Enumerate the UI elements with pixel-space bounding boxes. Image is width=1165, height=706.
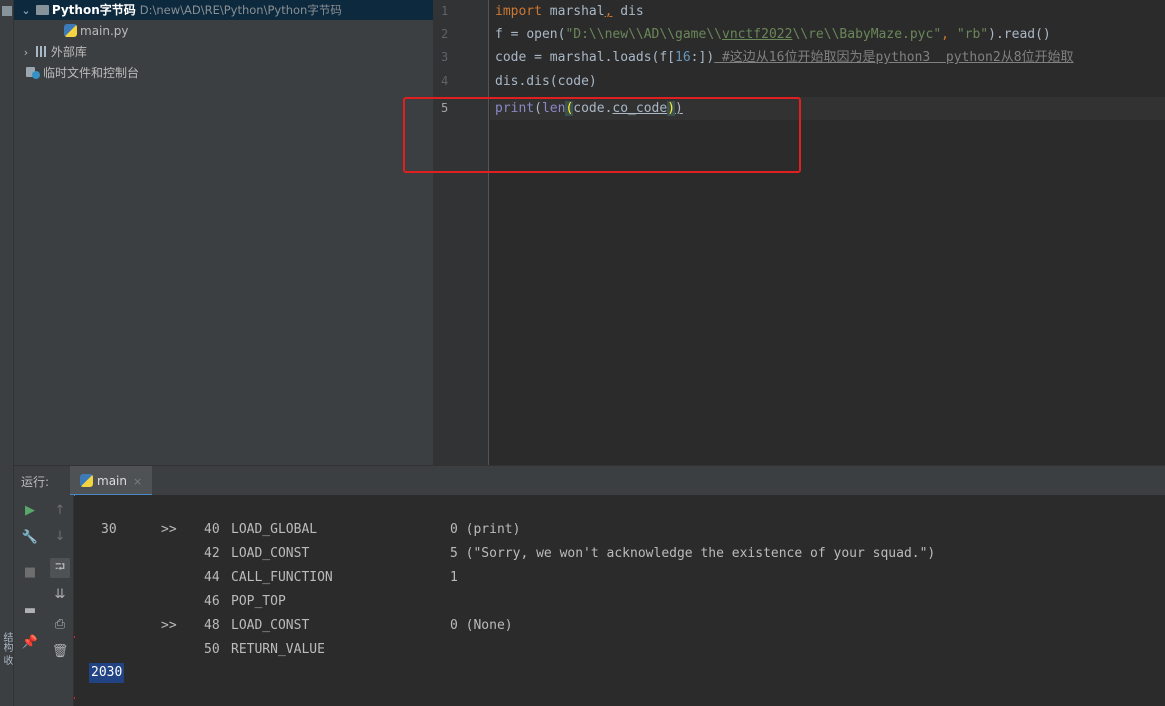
code-line-4[interactable]: dis.dis(code) [495, 70, 597, 93]
print-icon[interactable]: ⎙ [50, 615, 70, 635]
console-jump-marker: >> [161, 618, 177, 633]
file-name: main.py [80, 24, 129, 38]
console-arg: 0 (print) [450, 522, 521, 537]
pin-icon[interactable]: 📌 [20, 633, 40, 653]
code-line-3[interactable]: code = marshal.loads(f[16:]) #这边从16位开始取因… [495, 46, 1074, 69]
root-folder-path: D:\new\AD\RE\Python\Python字节码 [139, 3, 342, 17]
run-tab-main[interactable]: main × [70, 466, 153, 496]
console-offset: 40 [204, 522, 220, 537]
tree-item-main-py[interactable]: main.py [64, 21, 129, 41]
soft-wrap-icon[interactable]: ⮒ [50, 558, 70, 578]
folder-icon [35, 5, 49, 15]
run-label: 运行: [21, 475, 50, 489]
console-opcode: POP_TOP [231, 594, 286, 609]
line-number: 3 [441, 50, 449, 64]
line-number: 1 [441, 4, 449, 18]
tree-root-folder[interactable]: ⌄ Python字节码 D:\new\AD\RE\Python\Python字节码 [14, 0, 433, 20]
console-offset: 46 [204, 594, 220, 609]
code-editor[interactable]: import marshal, dis f = open("D:\\new\\A… [490, 0, 1165, 465]
scroll-to-end-icon[interactable]: ⇊ [50, 585, 70, 605]
console-opcode: LOAD_CONST [231, 546, 310, 561]
run-toolbar-secondary: ↑ ↓ ⮒ ⇊ ⎙ 🗑 [46, 495, 74, 706]
left-tool-strip: 结构 收 [0, 0, 14, 706]
console-lineno: 30 [101, 522, 117, 537]
arrow-up-icon[interactable]: ↑ [50, 501, 70, 521]
console-result-value[interactable]: 2030 [89, 663, 125, 683]
tree-item-external-libraries[interactable]: › 外部库 [20, 42, 87, 62]
external-libs-label: 外部库 [50, 45, 87, 59]
chevron-right-icon[interactable]: › [20, 43, 32, 63]
console-opcode: LOAD_GLOBAL [231, 522, 318, 537]
console-opcode: RETURN_VALUE [231, 642, 325, 657]
layout-icon[interactable]: ▬ [20, 601, 40, 621]
run-tab-label: main [97, 474, 127, 488]
rerun-icon[interactable]: ▶ [20, 501, 40, 521]
console-offset: 44 [204, 570, 220, 585]
console-offset: 48 [204, 618, 220, 633]
console-offset: 42 [204, 546, 220, 561]
arrow-down-icon[interactable]: ↓ [50, 527, 70, 547]
code-line-2[interactable]: f = open("D:\\new\\AD\\game\\vnctf2022\\… [495, 23, 1051, 46]
run-panel-header: 运行: main × [14, 465, 1165, 496]
line-number: 2 [441, 27, 449, 41]
python-file-icon [64, 24, 77, 37]
structure-tool-label[interactable]: 结构 收 [0, 632, 14, 665]
line-number: 4 [441, 74, 449, 88]
console-opcode: CALL_FUNCTION [231, 570, 333, 585]
project-tree-panel: ⌄ Python字节码 D:\new\AD\RE\Python\Python字节码… [14, 0, 433, 465]
scratches-label: 临时文件和控制台 [43, 66, 140, 80]
code-line-1[interactable]: import marshal, dis [495, 0, 644, 23]
run-console[interactable]: 30 >> 40 LOAD_GLOBAL 0 (print) 42 LOAD_C… [75, 495, 1165, 706]
chevron-down-icon[interactable]: ⌄ [20, 1, 32, 21]
console-opcode: LOAD_CONST [231, 618, 310, 633]
console-offset: 50 [204, 642, 220, 657]
console-arg: 1 [450, 570, 458, 585]
console-arg: 5 ("Sorry, we won't acknowledge the exis… [450, 546, 936, 561]
console-jump-marker: >> [161, 522, 177, 537]
trash-icon[interactable]: 🗑 [50, 642, 70, 662]
console-arg: 0 (None) [450, 618, 513, 633]
annotation-box-code [403, 97, 801, 173]
run-toolbar-primary: ▶ 🔧 ■ ▬ 📌 [14, 495, 46, 706]
stop-icon[interactable]: ■ [20, 563, 40, 583]
wrench-icon[interactable]: 🔧 [20, 528, 40, 548]
project-tool-icon[interactable] [2, 6, 12, 16]
library-icon [35, 46, 48, 57]
root-folder-name: Python字节码 [51, 3, 136, 17]
close-icon[interactable]: × [133, 475, 142, 488]
tree-item-scratches[interactable]: 临时文件和控制台 [26, 63, 139, 83]
python-icon [80, 474, 93, 487]
editor-gutter: 1 2 3 4 5 [433, 0, 489, 465]
scratches-icon [26, 66, 40, 79]
